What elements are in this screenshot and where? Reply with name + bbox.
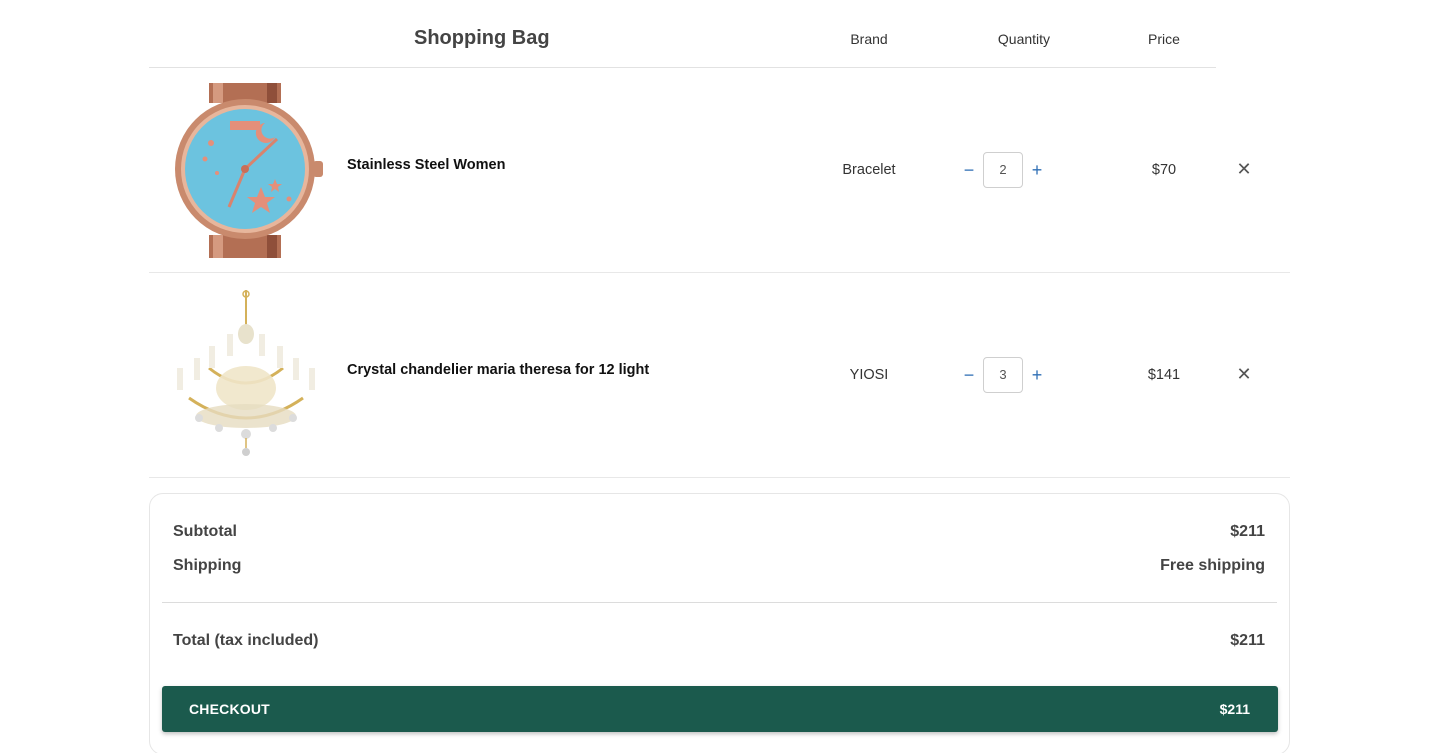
page-title: Shopping Bag xyxy=(414,27,550,49)
order-summary: Subtotal $211 Shipping Free shipping Tot… xyxy=(149,493,1290,753)
product-image-chandelier[interactable] xyxy=(169,288,324,463)
remove-item-icon[interactable]: ✕ xyxy=(1234,362,1254,386)
subtotal-value: $211 xyxy=(1230,523,1265,540)
product-name[interactable]: Crystal chandelier maria theresa for 12 … xyxy=(347,362,649,378)
shipping-label: Shipping xyxy=(173,557,242,574)
total-value: $211 xyxy=(1230,632,1265,649)
product-brand: YIOSI xyxy=(849,367,889,383)
cart-item-row: Stainless Steel Women Bracelet − 2 + $70… xyxy=(149,68,1290,273)
checkout-button[interactable]: CHECKOUT $211 xyxy=(162,686,1278,732)
product-name[interactable]: Stainless Steel Women xyxy=(347,157,505,173)
total-label: Total (tax included) xyxy=(173,632,319,649)
brand-column-header: Brand xyxy=(850,31,888,47)
quantity-column-header: Quantity xyxy=(997,31,1051,47)
cart-item-row: Crystal chandelier maria theresa for 12 … xyxy=(149,273,1290,478)
checkout-label: CHECKOUT xyxy=(189,701,270,717)
increase-quantity-button[interactable]: + xyxy=(1027,158,1047,182)
product-price: $70 xyxy=(1151,162,1177,178)
decrease-quantity-button[interactable]: − xyxy=(959,363,979,387)
decrease-quantity-button[interactable]: − xyxy=(959,158,979,182)
quantity-stepper: − 2 + xyxy=(957,152,1053,189)
product-image-watch[interactable] xyxy=(169,83,324,258)
remove-item-icon[interactable]: ✕ xyxy=(1234,157,1254,181)
subtotal-label: Subtotal xyxy=(173,523,237,540)
product-brand: Bracelet xyxy=(842,162,896,178)
checkout-price: $211 xyxy=(1219,701,1250,717)
quantity-input[interactable]: 3 xyxy=(983,357,1023,393)
quantity-stepper: − 3 + xyxy=(957,357,1053,394)
increase-quantity-button[interactable]: + xyxy=(1027,363,1047,387)
price-column-header: Price xyxy=(1148,31,1180,47)
product-price: $141 xyxy=(1147,367,1181,383)
summary-divider xyxy=(162,602,1277,603)
shipping-value: Free shipping xyxy=(1160,557,1265,574)
quantity-input[interactable]: 2 xyxy=(983,152,1023,188)
cart-header: Shopping Bag Brand Quantity Price xyxy=(149,0,1216,68)
